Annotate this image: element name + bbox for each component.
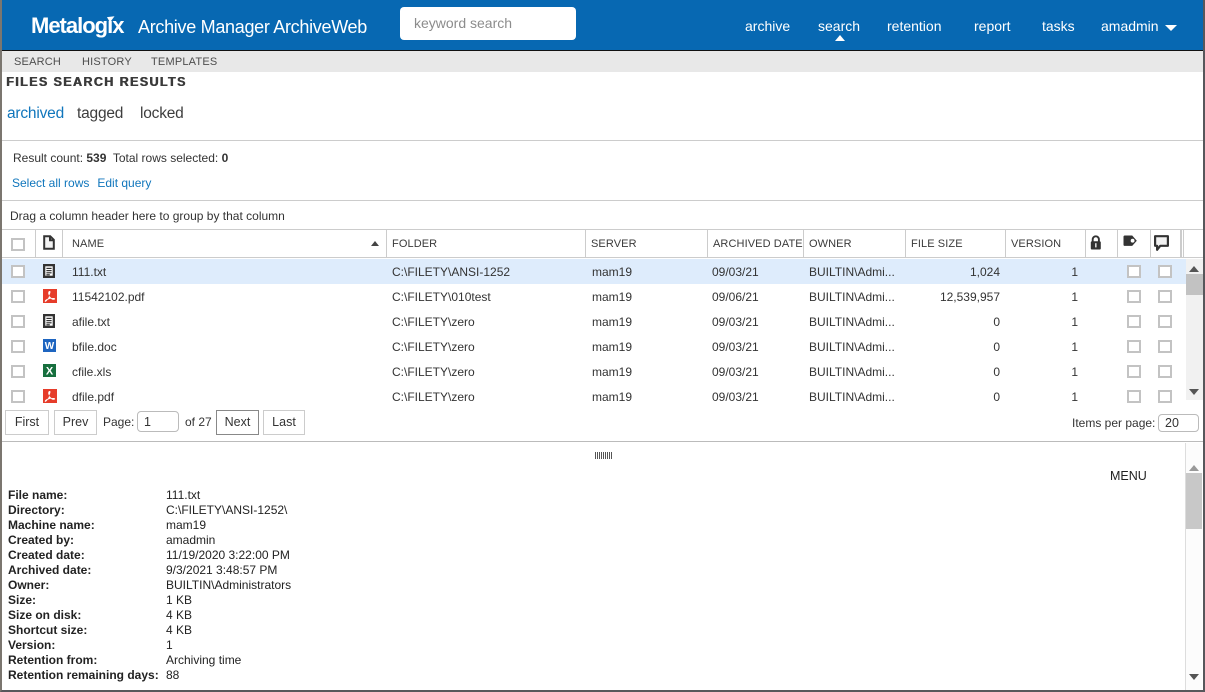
svg-text:W: W	[45, 341, 55, 352]
svg-text:X: X	[46, 366, 54, 378]
